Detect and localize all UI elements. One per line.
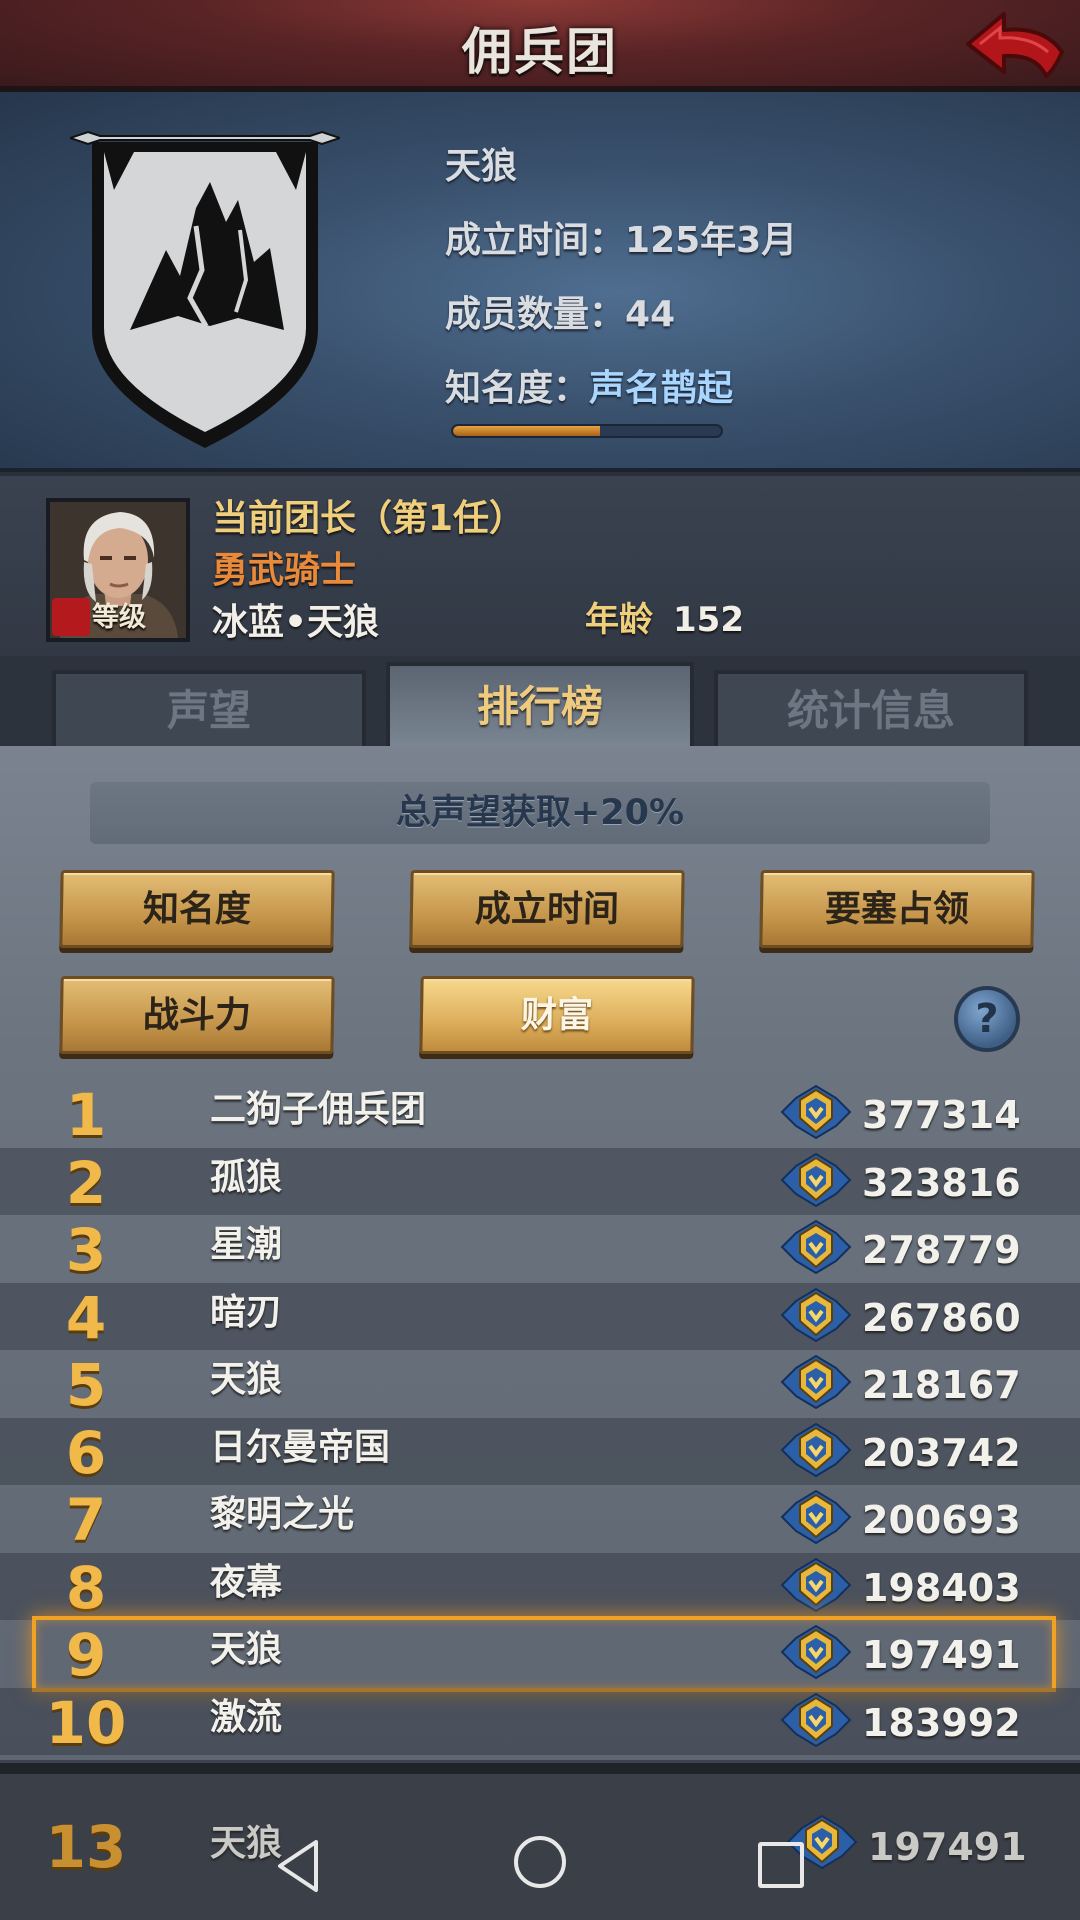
rank-number: 2 (65, 1148, 107, 1217)
guild-name-cell: 日尔曼帝国 (210, 1426, 391, 1468)
fame-progress-fill (453, 426, 601, 436)
leader-panel: 等级42 当前团长（第1任） 勇武骑士 冰蓝•天狼 年龄 152 (0, 476, 1080, 656)
guild-info-panel: 天狼 成立时间：125年3月 成员数量：44 知名度：声名鹊起 (0, 92, 1080, 472)
guild-name-cell: 星潮 (210, 1224, 283, 1265)
wealth-medal-icon (780, 1287, 852, 1342)
wealth-value: 278779 (862, 1228, 1021, 1272)
guild-name-cell: 二狗子佣兵团 (210, 1089, 427, 1130)
leader-details: 当前团长（第1任） 勇武骑士 冰蓝•天狼 (212, 494, 525, 650)
sort-wealth-button[interactable]: 财富 (419, 976, 695, 1054)
back-arrow-icon[interactable] (960, 6, 1070, 86)
wealth-medal-icon (780, 1219, 852, 1275)
rank-number: 6 (65, 1418, 107, 1487)
wealth-medal-icon (780, 1557, 852, 1612)
fame-label: 知名度： (445, 368, 590, 409)
ranking-row[interactable]: 4 暗刃 267860 (0, 1282, 1080, 1352)
age-label: 年龄 (585, 600, 653, 640)
reputation-bonus-banner: 总声望获取+20% (90, 782, 990, 844)
rank-number: 10 (45, 1688, 127, 1757)
wealth-medal-icon (780, 1422, 852, 1477)
wealth-medal-icon (780, 1692, 852, 1747)
header-bar: 佣兵团 (0, 0, 1080, 92)
sort-founded-button[interactable]: 成立时间 (409, 870, 685, 948)
ranking-row[interactable]: 7 黎明之光 200693 (0, 1485, 1080, 1553)
members-value: 44 (625, 294, 676, 335)
ranking-row[interactable]: 8 夜幕 198403 (0, 1552, 1080, 1622)
guild-banner-icon (70, 130, 340, 448)
ranking-row[interactable]: 1 二狗子佣兵团 377314 (0, 1080, 1080, 1148)
guild-name-cell: 天狼 (210, 1359, 283, 1400)
leader-title: 当前团长（第1任） (212, 498, 526, 539)
nav-back-icon[interactable] (270, 1836, 330, 1896)
wealth-value: 198403 (862, 1565, 1021, 1610)
guild-name-cell: 暗刃 (210, 1291, 283, 1333)
ranking-row[interactable]: 5 天狼 218167 (0, 1350, 1080, 1418)
list-divider (0, 1760, 1080, 1774)
guild-name-cell: 黎明之光 (210, 1494, 355, 1535)
wealth-medal-icon (780, 1084, 852, 1140)
ranking-row[interactable]: 3 星潮 278779 (0, 1215, 1080, 1283)
wealth-medal-icon (780, 1489, 852, 1545)
wealth-value: 267860 (862, 1295, 1021, 1340)
wealth-value: 323816 (862, 1160, 1021, 1205)
rank-number: 4 (65, 1283, 107, 1352)
members-label: 成员数量： (445, 294, 626, 335)
ranking-row[interactable]: 9 天狼 197491 (32, 1616, 1056, 1692)
leaderboard-content: 总声望获取+20% 知名度 成立时间 要塞占领 战斗力 财富 ? 1 二狗子佣兵团… (0, 746, 1080, 1760)
guild-name-cell: 孤狼 (210, 1156, 283, 1198)
guild-details: 天狼 成立时间：125年3月 成员数量：44 知名度：声名鹊起 (445, 142, 797, 438)
guild-name-cell: 天狼 (210, 1629, 283, 1670)
fame-value: 声名鹊起 (589, 368, 734, 409)
ranking-list: 1 二狗子佣兵团 377314 2 孤狼 323816 3 星潮 278779 4 暗刃 267860… (0, 1080, 1080, 1755)
leader-rank: 勇武骑士 (212, 550, 357, 591)
tab-statistics[interactable]: 统计信息 (714, 670, 1028, 746)
wealth-value: 200693 (862, 1498, 1021, 1542)
wealth-value: 197491 (862, 1633, 1021, 1677)
sort-power-button[interactable]: 战斗力 (59, 976, 335, 1054)
leader-avatar[interactable]: 等级42 (46, 498, 190, 642)
wealth-value: 377314 (862, 1093, 1021, 1137)
horse-icon (52, 598, 90, 636)
ranking-row[interactable]: 2 孤狼 323816 (0, 1147, 1080, 1217)
my-rank-value: 197491 (868, 1825, 1027, 1869)
rank-number: 9 (65, 1621, 107, 1689)
tab-leaderboard[interactable]: 排行榜 (386, 662, 694, 746)
rank-number: 1 (65, 1081, 107, 1149)
rank-number: 8 (65, 1553, 107, 1622)
sort-fortress-button[interactable]: 要塞占领 (759, 870, 1035, 948)
leader-name: 冰蓝•天狼 (212, 602, 380, 643)
question-icon[interactable]: ? (954, 986, 1020, 1052)
wealth-medal-icon (780, 1152, 852, 1207)
rank-number: 3 (65, 1216, 107, 1284)
guild-name: 天狼 (445, 146, 518, 187)
guild-name-cell: 激流 (210, 1696, 283, 1738)
tab-reputation[interactable]: 声望 (52, 670, 366, 746)
founded-value: 125年3月 (625, 220, 798, 261)
wealth-value: 203742 (862, 1430, 1021, 1475)
rank-number: 7 (65, 1486, 107, 1554)
sort-fame-button[interactable]: 知名度 (59, 870, 335, 948)
members-line: 成员数量：44 (445, 290, 797, 364)
page-title: 佣兵团 (462, 23, 618, 81)
age-value: 152 (673, 600, 744, 640)
wealth-value: 218167 (862, 1363, 1021, 1407)
leader-level-text: 等级42 (92, 602, 146, 633)
nav-recent-apps-icon[interactable] (758, 1842, 804, 1888)
ranking-row[interactable]: 10 激流 183992 (0, 1687, 1080, 1757)
fame-progress-bar (451, 424, 723, 438)
founded-label: 成立时间： (445, 220, 626, 261)
my-rank-number: 13 (45, 1813, 127, 1881)
wealth-value: 183992 (862, 1700, 1021, 1745)
tab-bar: 声望 排行榜 统计信息 (0, 656, 1080, 746)
leader-level-badge: 等级42 (50, 598, 186, 638)
founded-line: 成立时间：125年3月 (445, 216, 797, 290)
guild-name-cell: 夜幕 (210, 1561, 283, 1603)
ranking-row[interactable]: 6 日尔曼帝国 203742 (0, 1417, 1080, 1487)
leader-age: 年龄 152 (585, 592, 744, 641)
rank-number: 5 (65, 1351, 107, 1419)
nav-home-icon[interactable] (514, 1836, 566, 1888)
wealth-medal-icon (780, 1354, 852, 1410)
wealth-medal-icon (780, 1624, 852, 1680)
